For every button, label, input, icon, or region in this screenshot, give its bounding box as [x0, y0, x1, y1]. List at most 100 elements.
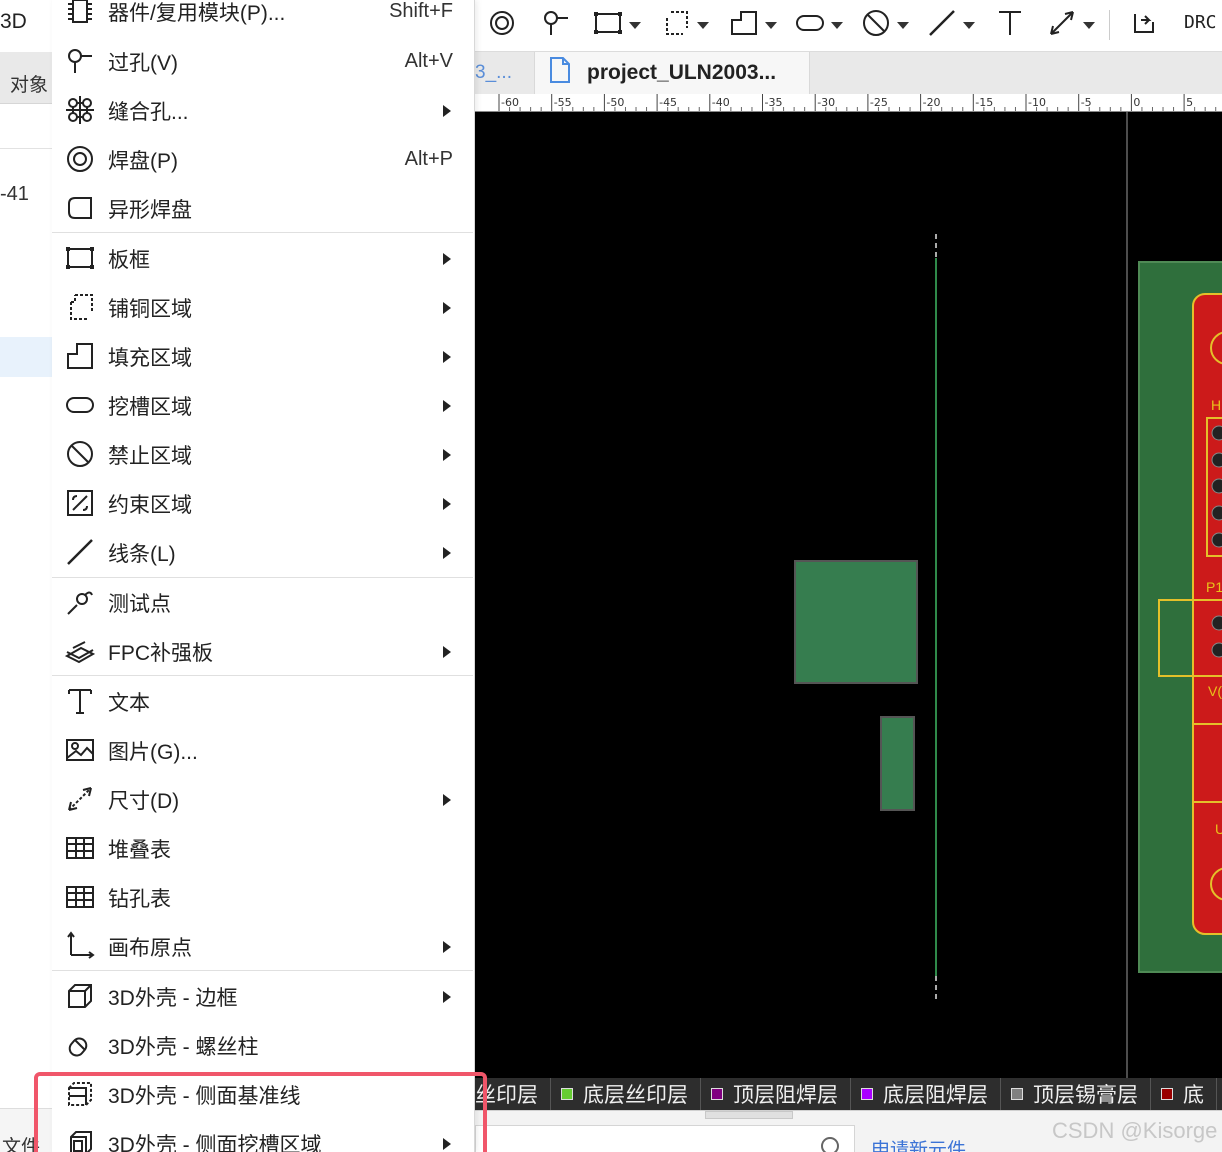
menu-item-line[interactable]: 线条(L): [52, 528, 473, 577]
menu-item-label: 板框: [108, 248, 150, 272]
menu-item-text[interactable]: 文本: [52, 677, 473, 726]
menu-item-label: 禁止区域: [108, 444, 192, 468]
layer-label: 底: [1183, 1084, 1204, 1107]
menu-item-constraint-region[interactable]: 约束区域: [52, 479, 473, 528]
layer-color-swatch: [1161, 1088, 1173, 1100]
layer-toggle[interactable]: 顶层锡膏层: [1001, 1078, 1151, 1110]
menu-item-test-point[interactable]: 测试点: [52, 578, 473, 627]
canvas-label-h: H: [1211, 397, 1221, 413]
layer-color-swatch: [561, 1088, 573, 1100]
component-icon: [65, 0, 95, 26]
menu-item-via[interactable]: 过孔(V) Alt+V: [52, 37, 473, 86]
menu-item-board-frame[interactable]: 板框: [52, 234, 473, 283]
pcb-canvas[interactable]: H P1 V( U: [475, 112, 1222, 1078]
line-tool-button[interactable]: [927, 8, 975, 42]
submenu-arrow-icon: [443, 399, 451, 412]
menu-item-image[interactable]: 图片(G)...: [52, 726, 473, 775]
menu-item-dimension[interactable]: 尺寸(D): [52, 775, 473, 824]
canvas-label-p: P1: [1206, 579, 1222, 595]
keepout-tool-button[interactable]: [861, 8, 909, 42]
fill-region-tool-button[interactable]: [729, 8, 777, 42]
chevron-down-icon[interactable]: [897, 21, 909, 29]
chevron-down-icon[interactable]: [629, 21, 641, 29]
menu-item-label: 器件/复用模块(P)...: [108, 1, 286, 25]
submenu-arrow-icon: [443, 350, 451, 363]
dimension-tool-button[interactable]: [1047, 8, 1095, 42]
pad-tool-button[interactable]: [487, 8, 517, 42]
menu-item-custom-pad[interactable]: 异形焊盘: [52, 184, 473, 233]
annotation-highlight-box: [34, 1072, 487, 1152]
slot-region-icon: [795, 8, 825, 43]
menu-item-enclosure-frame[interactable]: 3D外壳 - 边框: [52, 972, 473, 1021]
chevron-down-icon[interactable]: [963, 21, 975, 29]
menu-item-copper-area[interactable]: 铺铜区域: [52, 283, 473, 332]
text-tool-button[interactable]: [995, 8, 1025, 42]
menu-item-label: 画布原点: [108, 936, 192, 960]
search-icon[interactable]: [821, 1137, 839, 1152]
ruler-tick-label: -45: [659, 96, 677, 109]
copper-area-tool-button[interactable]: [661, 8, 709, 42]
menu-item-label: 3D外壳 - 螺丝柱: [108, 1035, 259, 1059]
left-panel: 3D 对象 -41 文件: [0, 0, 52, 1152]
submenu-arrow-icon: [443, 940, 451, 953]
keepout-icon: [861, 8, 891, 43]
menu-item-screw-post[interactable]: 3D外壳 - 螺丝柱: [52, 1021, 473, 1070]
tab-previous-document[interactable]: 3_...: [475, 52, 532, 94]
menu-item-label: 焊盘(P): [108, 149, 178, 173]
via-icon: [541, 8, 571, 43]
slot-region-icon: [65, 390, 95, 420]
fpc-stiffener-icon: [64, 636, 96, 666]
main-toolbar: [475, 0, 1222, 52]
chevron-down-icon[interactable]: [697, 21, 709, 29]
ruler-tick-label: -35: [765, 96, 783, 109]
search-input[interactable]: [475, 1125, 855, 1152]
menu-item-slot-region[interactable]: 挖槽区域: [52, 381, 473, 430]
via-tool-button[interactable]: [541, 8, 571, 42]
menu-item-label: 铺铜区域: [108, 297, 192, 321]
tab-project-uln2003[interactable]: project_ULN2003...: [534, 52, 810, 94]
screw-post-icon: [65, 1030, 95, 1060]
menu-item-canvas-origin[interactable]: 画布原点: [52, 922, 473, 971]
layer-toggle[interactable]: 顶层阻焊层: [701, 1078, 851, 1110]
board-frame-tool-button[interactable]: [593, 8, 641, 42]
ruler-tick-label: -30: [817, 96, 835, 109]
slot-region-tool-button[interactable]: [795, 8, 843, 42]
drc-button[interactable]: DRC: [1184, 12, 1217, 33]
text-icon: [65, 686, 95, 716]
image-icon: [65, 735, 95, 765]
ruler-tick-label: -20: [923, 96, 941, 109]
panel-resize-handle[interactable]: [705, 1111, 793, 1119]
layer-toggle[interactable]: 底层丝印层: [551, 1078, 701, 1110]
request-component-link[interactable]: 申请新元件: [871, 1135, 966, 1152]
chevron-down-icon[interactable]: [1083, 21, 1095, 29]
ruler-tick-label: -10: [1028, 96, 1046, 109]
menu-item-component[interactable]: 器件/复用模块(P)... Shift+F: [52, 0, 473, 36]
menu-item-fill-region[interactable]: 填充区域: [52, 332, 473, 381]
layer-color-swatch: [1011, 1088, 1023, 1100]
constraint-region-icon: [65, 488, 95, 518]
menu-item-label: 线条(L): [108, 542, 176, 566]
copper-area-icon: [661, 8, 691, 43]
menu-item-pad[interactable]: 焊盘(P) Alt+P: [52, 135, 473, 184]
test-point-icon: [65, 587, 95, 617]
selected-list-item[interactable]: [0, 337, 52, 377]
ruler-tick-label: -25: [870, 96, 888, 109]
ruler-tick-label: -50: [606, 96, 624, 109]
tab-objects[interactable]: 对象: [10, 70, 48, 97]
import-button[interactable]: [1129, 8, 1159, 42]
menu-item-drill-table[interactable]: 钻孔表: [52, 873, 473, 922]
horizontal-ruler: -60 -55 -50 -45 -40 -35 -30 -25 -20 -15 -10 -5 0 5: [475, 94, 1222, 112]
menu-item-stitching-via[interactable]: 缝合孔...: [52, 86, 473, 135]
submenu-arrow-icon: [443, 497, 451, 510]
menu-item-shortcut: Alt+P: [404, 148, 453, 170]
layer-toggle[interactable]: 底: [1151, 1078, 1217, 1110]
menu-item-stackup-table[interactable]: 堆叠表: [52, 824, 473, 873]
view-3d-label[interactable]: 3D: [0, 10, 27, 34]
chevron-down-icon[interactable]: [765, 21, 777, 29]
layer-toggle[interactable]: 底层阻焊层: [851, 1078, 1001, 1110]
menu-item-fpc-stiffener[interactable]: FPC补强板: [52, 627, 473, 676]
submenu-arrow-icon: [443, 645, 451, 658]
chevron-down-icon[interactable]: [831, 21, 843, 29]
menu-item-keepout[interactable]: 禁止区域: [52, 430, 473, 479]
menu-item-label: 文本: [108, 691, 150, 715]
